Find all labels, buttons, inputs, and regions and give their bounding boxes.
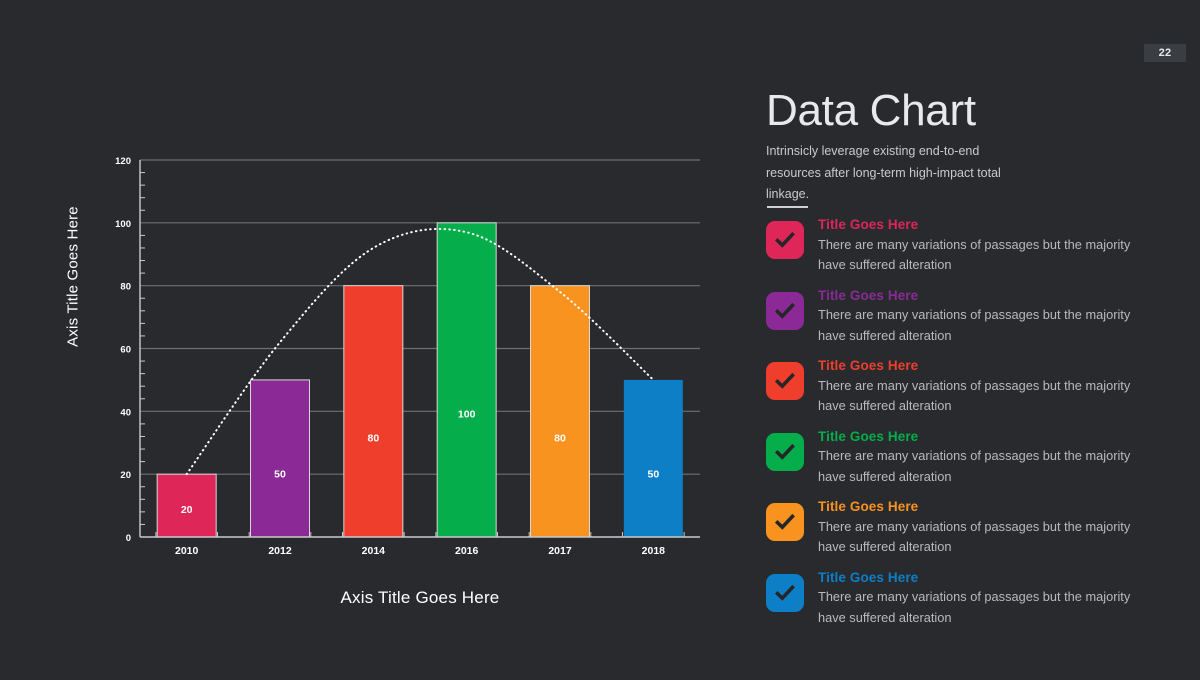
y-tick-label: 100 xyxy=(115,219,131,230)
check-icon xyxy=(766,573,804,612)
y-tick-label: 40 xyxy=(120,407,131,418)
y-tick-label: 0 xyxy=(126,533,131,544)
feature-description: There are many variations of passages bu… xyxy=(818,307,1131,343)
check-icon xyxy=(766,503,804,541)
bar-value-label: 20 xyxy=(181,504,193,516)
feature-list: Title Goes Here There are many variations… xyxy=(766,212,1186,635)
chart-x-tick-labels: 2010 2012 2014 2016 2017 2018 xyxy=(175,545,665,557)
feature-title: Title Goes Here xyxy=(818,499,919,514)
feature-item[interactable]: Title Goes Here There are many variations… xyxy=(766,353,1186,424)
x-tick-label: 2016 xyxy=(455,545,479,557)
bar-value-label: 50 xyxy=(647,468,659,480)
feature-description: There are many variations of passages bu… xyxy=(818,448,1131,484)
content-panel: Data Chart Intrinsicly leverage existing… xyxy=(766,0,1186,680)
bar xyxy=(530,285,590,538)
feature-text: Title Goes Here There are many variations… xyxy=(818,424,1186,488)
check-icon xyxy=(766,432,804,471)
chart-panel: 0 20 40 60 80 100 120 20 50 80 100 80 50 2010 2012 20… xyxy=(0,0,740,680)
bar-value-label: 100 xyxy=(458,409,476,421)
chart-x-ticks xyxy=(155,532,685,537)
bar-value-label: 50 xyxy=(274,468,286,480)
y-tick-label: 20 xyxy=(120,470,131,481)
bar-value-label: 80 xyxy=(367,432,379,444)
feature-description: There are many variations of passages bu… xyxy=(818,377,1131,414)
y-tick-label: 80 xyxy=(120,282,131,293)
feature-text: Title Goes Here There are many variations… xyxy=(818,565,1186,629)
feature-description: There are many variations of passages bu… xyxy=(818,236,1131,273)
bar xyxy=(623,379,683,537)
feature-text: Title Goes Here There are many variations… xyxy=(818,212,1186,276)
x-tick-label: 2012 xyxy=(268,545,292,557)
check-icon xyxy=(766,221,804,259)
feature-item[interactable]: Title Goes Here There are many variations… xyxy=(766,424,1186,495)
feature-text: Title Goes Here There are many variations… xyxy=(818,283,1186,347)
feature-item[interactable]: Title Goes Here There are many variations… xyxy=(766,494,1186,565)
x-tick-label: 2014 xyxy=(362,545,386,557)
check-icon xyxy=(766,362,804,400)
feature-title: Title Goes Here xyxy=(818,287,919,303)
feature-item[interactable]: Title Goes Here There are many variations… xyxy=(766,565,1186,636)
section-divider xyxy=(767,206,808,208)
x-tick-label: 2018 xyxy=(642,545,666,557)
feature-description: There are many variations of passages bu… xyxy=(818,518,1131,555)
bar-chart: 020406080100120 2050801008050 2010 2012 20… xyxy=(115,156,700,557)
page-title: Data Chart xyxy=(766,86,976,135)
chart-y-tick-labels: 0 20 40 60 80 100 120 xyxy=(115,156,131,544)
chart-bars xyxy=(156,222,683,538)
page-subtitle: Intrinsicly leverage existing end-to-end… xyxy=(766,144,1001,201)
y-tick-label: 60 xyxy=(120,345,131,356)
feature-text: Title Goes Here There are many variations… xyxy=(818,494,1186,558)
feature-title: Title Goes Here xyxy=(818,217,919,232)
chart-y-axis-title: Axis Title Goes Here xyxy=(64,206,82,347)
x-tick-label: 2010 xyxy=(175,545,199,557)
x-tick-label: 2017 xyxy=(548,545,572,557)
bar-value-label: 80 xyxy=(554,432,566,444)
feature-item[interactable]: Title Goes Here There are many variations… xyxy=(766,283,1186,354)
feature-text: Title Goes Here There are many variations… xyxy=(818,353,1186,417)
feature-title: Title Goes Here xyxy=(818,569,919,585)
feature-item[interactable]: Title Goes Here There are many variations… xyxy=(766,212,1186,283)
bar xyxy=(436,222,497,538)
feature-title: Title Goes Here xyxy=(818,428,919,444)
bar xyxy=(343,285,404,538)
feature-title: Title Goes Here xyxy=(818,358,919,373)
bar xyxy=(250,379,310,538)
feature-description: There are many variations of passages bu… xyxy=(818,589,1131,625)
chart-x-axis-title: Axis Title Goes Here xyxy=(340,588,500,607)
check-icon xyxy=(766,291,804,330)
y-tick-label: 120 xyxy=(115,156,131,167)
chart-gridlines xyxy=(140,159,700,475)
